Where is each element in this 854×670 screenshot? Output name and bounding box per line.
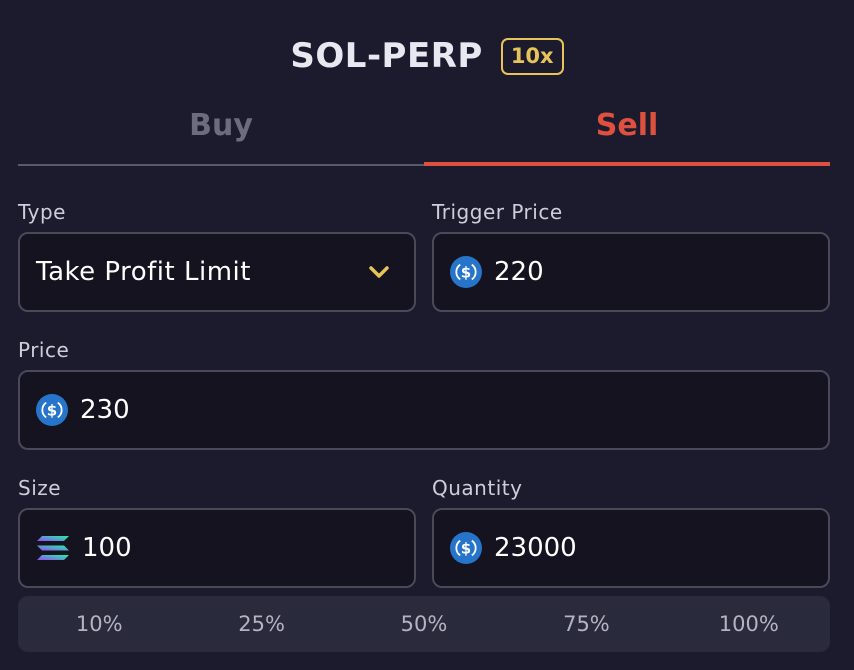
trigger-price-input[interactable]: $ 220 [432, 232, 830, 312]
chevron-down-icon [368, 265, 390, 279]
price-input[interactable]: $ 230 [18, 370, 830, 450]
percent-button-50[interactable]: 50% [343, 596, 505, 652]
quantity-input[interactable]: $ 23000 [432, 508, 830, 588]
size-percentage-selector: 10% 25% 50% 75% 100% [18, 596, 830, 652]
price-label: Price [18, 338, 70, 362]
market-title: SOL-PERP [290, 36, 483, 76]
tab-sell[interactable]: Sell [424, 100, 830, 166]
order-type-value: Take Profit Limit [36, 257, 251, 287]
usdc-icon: $ [450, 532, 482, 564]
sol-icon [37, 536, 69, 560]
svg-text:$: $ [461, 540, 471, 558]
order-type-select[interactable]: Take Profit Limit [18, 232, 416, 312]
quantity-value: 23000 [494, 533, 577, 563]
svg-text:$: $ [47, 402, 57, 420]
percent-button-100[interactable]: 100% [668, 596, 830, 652]
leverage-badge[interactable]: 10x [500, 37, 564, 75]
size-input[interactable]: 100 [18, 508, 416, 588]
size-value: 100 [82, 533, 132, 563]
percent-button-10[interactable]: 10% [18, 596, 180, 652]
order-panel: SOL-PERP 10x Buy Sell Type Take Profit L… [0, 0, 854, 670]
percent-button-25[interactable]: 25% [180, 596, 342, 652]
header: SOL-PERP 10x [0, 36, 854, 76]
svg-text:$: $ [461, 264, 471, 282]
trigger-price-label: Trigger Price [432, 200, 563, 224]
type-label: Type [18, 200, 66, 224]
percent-button-75[interactable]: 75% [505, 596, 667, 652]
quantity-label: Quantity [432, 476, 523, 500]
side-tabs: Buy Sell [18, 100, 830, 166]
usdc-icon: $ [36, 394, 68, 426]
tab-buy[interactable]: Buy [18, 100, 424, 166]
trigger-price-value: 220 [494, 257, 544, 287]
usdc-icon: $ [450, 256, 482, 288]
price-value: 230 [80, 395, 130, 425]
size-label: Size [18, 476, 62, 500]
